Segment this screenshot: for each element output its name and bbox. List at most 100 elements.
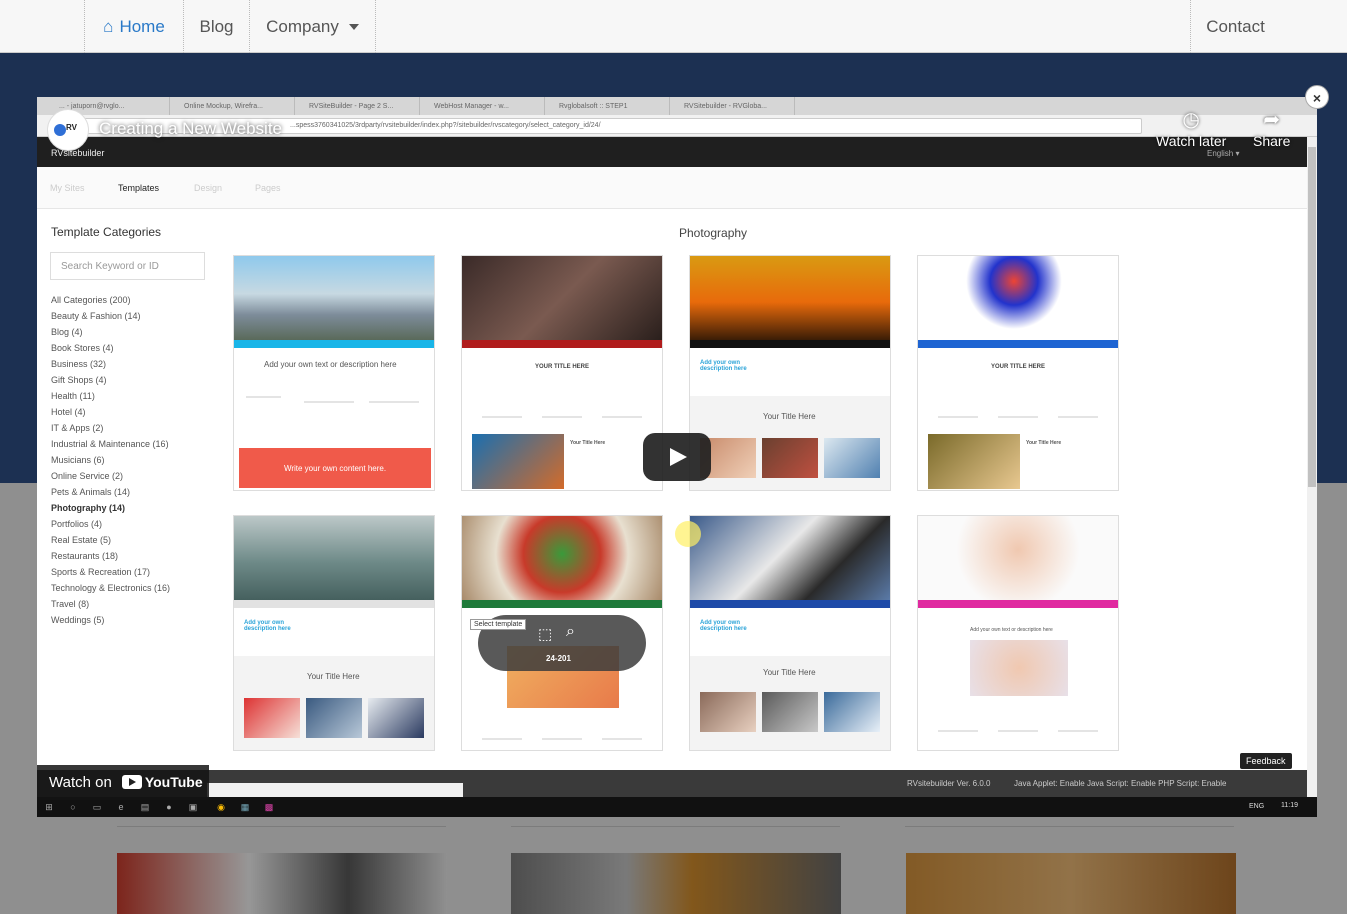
app-icon[interactable]: ● <box>163 801 175 813</box>
channel-avatar[interactable]: RV <box>47 109 89 151</box>
category-item[interactable]: IT & Apps (2) <box>51 420 170 436</box>
category-item[interactable]: Online Service (2) <box>51 468 170 484</box>
template-hover-actions: Select template ⬚ ⌕ 24-201 <box>470 615 646 671</box>
template-cta-bar: Write your own content here. <box>239 448 431 488</box>
app-icon[interactable]: ▩ <box>263 801 275 813</box>
taskbar-clock[interactable]: 11:19 <box>1281 802 1298 809</box>
browser-tab[interactable]: Rvglobalsoft :: STEP1 <box>545 97 670 115</box>
watch-on-youtube-button[interactable]: Watch on YouTube <box>37 765 209 800</box>
clock-icon: ◷ <box>1182 109 1200 131</box>
category-item[interactable]: Pets & Animals (14) <box>51 484 170 500</box>
browser-tab[interactable]: RVSitebuilder - RVGloba... <box>670 97 795 115</box>
browser-tab[interactable]: WebHost Manager - w... <box>420 97 545 115</box>
category-item[interactable]: Book Stores (4) <box>51 340 170 356</box>
category-item[interactable]: Technology & Electronics (16) <box>51 580 170 596</box>
capabilities-text: Java Applet: Enable Java Script: Enable … <box>1014 779 1227 788</box>
play-button[interactable] <box>643 433 711 481</box>
template-card[interactable]: Add your own description here Your Title… <box>233 515 435 751</box>
category-item[interactable]: Restaurants (18) <box>51 548 170 564</box>
select-template-tooltip: Select template <box>470 619 527 630</box>
nav-home[interactable]: ⌂ Home <box>84 0 184 53</box>
template-subtitle: Your Title Here <box>307 672 360 681</box>
nav-company[interactable]: Company <box>250 0 376 53</box>
app-icon[interactable]: ▦ <box>239 801 251 813</box>
channel-logo-mark <box>54 124 66 136</box>
app-tabs: My Sites Templates Design Pages <box>37 167 1307 209</box>
template-card[interactable]: Add your own text or description here <box>917 515 1119 751</box>
close-icon[interactable]: × <box>1305 85 1329 109</box>
category-item[interactable]: Sports & Recreation (17) <box>51 564 170 580</box>
browser-tab[interactable]: RVSiteBuilder - Page 2 S... <box>295 97 420 115</box>
video-player[interactable]: ... - jatuporn@rvglo... Online Mockup, W… <box>37 97 1317 817</box>
zoom-icon[interactable]: ⌕ <box>566 623 575 641</box>
nav-blog[interactable]: Blog <box>184 0 250 53</box>
share-icon: ➦ <box>1263 109 1281 131</box>
category-item[interactable]: Portfolios (4) <box>51 516 170 532</box>
template-photo <box>244 698 300 738</box>
taskview-icon[interactable]: ▭ <box>91 801 103 813</box>
scrollbar-thumb[interactable] <box>1308 147 1316 487</box>
template-photo <box>824 438 880 478</box>
template-card[interactable]: Add your own text or description here Wr… <box>233 255 435 491</box>
tab-templates[interactable]: Templates <box>118 183 159 193</box>
edge-icon[interactable]: e <box>115 801 127 813</box>
video-title[interactable]: Creating a New Website <box>99 119 282 139</box>
template-text: Add your own text or description here <box>970 627 1053 633</box>
nav-contact[interactable]: Contact <box>1190 0 1280 53</box>
folder-icon[interactable]: ▤ <box>139 801 151 813</box>
template-card[interactable]: Add your own description here Your Title… <box>689 255 891 491</box>
category-item[interactable]: Beauty & Fashion (14) <box>51 308 170 324</box>
category-item[interactable]: Weddings (5) <box>51 612 170 628</box>
template-search-input[interactable]: Search Keyword or ID <box>50 252 205 280</box>
category-item[interactable]: Blog (4) <box>51 324 170 340</box>
template-preview-image <box>690 516 890 600</box>
app-icon[interactable]: ▣ <box>187 801 199 813</box>
template-heading: YOUR TITLE HERE <box>534 364 589 370</box>
template-preview-image <box>234 256 434 340</box>
nav-home-label: Home <box>119 16 165 36</box>
youtube-wordmark: YouTube <box>144 774 203 790</box>
select-cursor-icon[interactable]: ⬚ <box>538 625 552 643</box>
browser-tab[interactable]: Online Mockup, Wirefra... <box>170 97 295 115</box>
caret-down-icon <box>348 23 359 30</box>
language-indicator[interactable]: ENG <box>1249 803 1264 810</box>
app-header: RVsitebuilder English ▾ <box>37 137 1307 167</box>
chrome-icon[interactable]: ◉ <box>215 801 227 813</box>
category-item[interactable]: Industrial & Maintenance (16) <box>51 436 170 452</box>
template-nav-strip <box>234 340 434 348</box>
category-item[interactable]: Real Estate (5) <box>51 532 170 548</box>
category-item[interactable]: Health (11) <box>51 388 170 404</box>
category-item[interactable]: Hotel (4) <box>51 404 170 420</box>
template-card[interactable]: YOUR TITLE HERE Your Title Here <box>917 255 1119 491</box>
template-preview-image <box>462 516 662 600</box>
template-card[interactable]: Add your own description here Your Title… <box>689 515 891 751</box>
browser-tabbar: ... - jatuporn@rvglo... Online Mockup, W… <box>37 97 1317 115</box>
watch-later-button[interactable]: ◷ Watch later <box>1156 107 1226 149</box>
category-item[interactable]: Business (32) <box>51 356 170 372</box>
tab-my-sites[interactable]: My Sites <box>50 183 85 193</box>
template-card[interactable]: YOUR TITLE HERE Your Title Here <box>461 255 663 491</box>
tab-design[interactable]: Design <box>194 183 222 193</box>
category-item[interactable]: Gift Shops (4) <box>51 372 170 388</box>
template-photo <box>306 698 362 738</box>
categories-title: Template Categories <box>51 225 162 239</box>
category-item-selected[interactable]: Photography (14) <box>51 500 170 516</box>
watch-later-label: Watch later <box>1156 133 1227 149</box>
page-scrollbar[interactable] <box>1307 137 1317 797</box>
template-nav-strip <box>690 600 890 608</box>
template-subtitle: Your Title Here <box>1026 440 1062 446</box>
windows-start-icon[interactable]: ⊞ <box>43 801 55 813</box>
category-item[interactable]: Musicians (6) <box>51 452 170 468</box>
template-nav-strip <box>918 340 1118 348</box>
category-item[interactable]: All Categories (200) <box>51 292 170 308</box>
search-icon[interactable]: ○ <box>67 801 79 813</box>
language-select[interactable]: English ▾ <box>1207 149 1239 158</box>
template-nav-strip <box>690 340 890 348</box>
share-button[interactable]: ➦ Share <box>1253 107 1290 149</box>
template-photo <box>368 698 424 738</box>
tab-pages[interactable]: Pages <box>255 183 281 193</box>
category-item[interactable]: Travel (8) <box>51 596 170 612</box>
feedback-button[interactable]: Feedback <box>1240 753 1292 769</box>
template-photo <box>970 640 1068 696</box>
template-photo <box>700 692 756 732</box>
